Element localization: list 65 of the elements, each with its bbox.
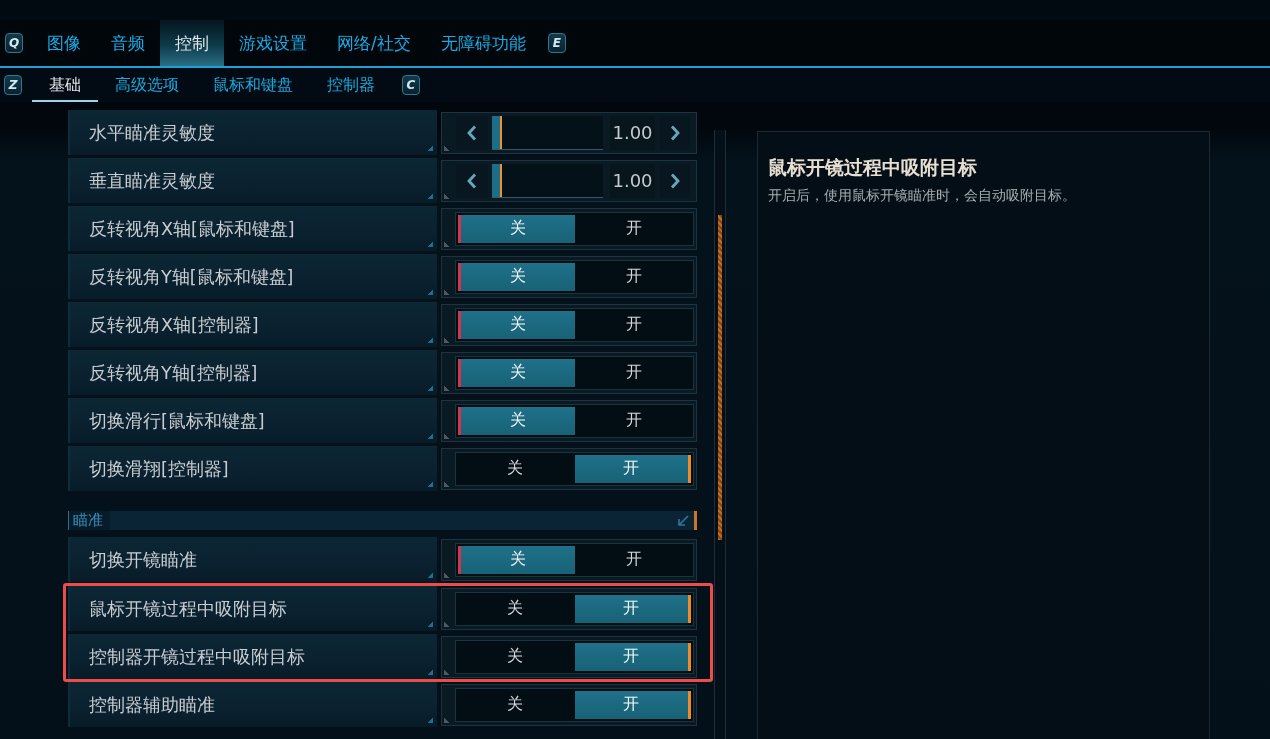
- category-tab[interactable]: 游戏设置: [224, 20, 322, 66]
- slider-fill[interactable]: [492, 115, 502, 149]
- category-tab[interactable]: 网络/社交: [322, 20, 426, 66]
- section-title: 瞄准: [73, 511, 104, 530]
- category-tab[interactable]: 图像: [32, 20, 96, 66]
- slider-value: 1.00: [610, 115, 655, 150]
- slider-track[interactable]: [492, 115, 603, 150]
- toggle-option[interactable]: 关: [458, 358, 575, 387]
- scrollbar[interactable]: [714, 130, 726, 739]
- setting-label: 鼠标开镜过程中吸附目标: [89, 597, 287, 621]
- toggle-option[interactable]: 关: [458, 594, 572, 623]
- toggle-option[interactable]: 关: [458, 310, 575, 339]
- toggle-option[interactable]: 开: [577, 358, 691, 387]
- chevron-right-icon: [670, 172, 680, 189]
- setting-label: 反转视角Y轴[控制器]: [89, 361, 258, 385]
- key-hint: C: [402, 75, 420, 95]
- setting-label: 切换滑行[鼠标和键盘]: [89, 409, 265, 433]
- category-tab[interactable]: 无障碍功能: [425, 20, 541, 66]
- subcategory-tab[interactable]: 控制器: [310, 68, 392, 102]
- toggle-option[interactable]: 开: [577, 310, 691, 339]
- toggle-option[interactable]: 开: [574, 690, 691, 719]
- setting-label: 切换开镜瞄准: [89, 548, 197, 572]
- toggle-option[interactable]: 开: [577, 262, 691, 291]
- toggle-option[interactable]: 开: [577, 214, 691, 243]
- setting-label: 控制器开镜过程中吸附目标: [89, 645, 305, 669]
- chevron-left-icon: [467, 172, 477, 189]
- setting-label: 反转视角Y轴[鼠标和键盘]: [89, 265, 294, 289]
- slider-value: 1.00: [610, 163, 655, 198]
- subcategory-tab[interactable]: 高级选项: [98, 68, 196, 102]
- setting-label: 反转视角X轴[控制器]: [89, 313, 259, 337]
- slider-track[interactable]: [492, 163, 603, 198]
- setting-label: 切换滑翔[控制器]: [89, 457, 229, 481]
- slider-fill[interactable]: [492, 163, 502, 197]
- increase-button[interactable]: [660, 115, 690, 150]
- chevron-left-icon: [467, 124, 477, 141]
- toggle-option[interactable]: 关: [458, 690, 572, 719]
- toggle-option[interactable]: 开: [574, 642, 691, 671]
- decrease-button[interactable]: [456, 115, 488, 150]
- key-hint: E: [547, 33, 566, 53]
- toggle-option[interactable]: 关: [458, 262, 575, 291]
- chevron-right-icon: [670, 124, 680, 141]
- diagonal-arrow-icon[interactable]: [677, 514, 689, 527]
- key-hint: Z: [4, 75, 22, 95]
- toggle-option[interactable]: 开: [574, 594, 691, 623]
- description-text: 开启后，使用鼠标开镜瞄准时，会自动吸附目标。: [768, 186, 1077, 205]
- category-tab[interactable]: 控制: [160, 20, 224, 66]
- toggle-option[interactable]: 关: [458, 545, 575, 574]
- setting-label: 反转视角X轴[鼠标和键盘]: [89, 217, 295, 241]
- toggle-option[interactable]: 关: [458, 214, 575, 243]
- subcategory-tab[interactable]: 鼠标和键盘: [196, 68, 310, 102]
- toggle-option[interactable]: 开: [574, 454, 691, 483]
- increase-button[interactable]: [660, 163, 690, 198]
- toggle-option[interactable]: 开: [577, 406, 691, 435]
- decrease-button[interactable]: [456, 163, 488, 198]
- toggle-option[interactable]: 开: [577, 545, 691, 574]
- setting-label: 控制器辅助瞄准: [89, 693, 215, 717]
- setting-label: 垂直瞄准灵敏度: [89, 169, 215, 193]
- scrollbar-thumb[interactable]: [718, 215, 722, 540]
- category-tab[interactable]: 音频: [96, 20, 160, 66]
- toggle-option[interactable]: 关: [458, 406, 575, 435]
- toggle-option[interactable]: 关: [458, 642, 572, 671]
- description-title: 鼠标开镜过程中吸附目标: [768, 155, 978, 179]
- key-hint: Q: [5, 33, 23, 53]
- toggle-option[interactable]: 关: [458, 454, 572, 483]
- setting-label: 水平瞄准灵敏度: [89, 121, 215, 145]
